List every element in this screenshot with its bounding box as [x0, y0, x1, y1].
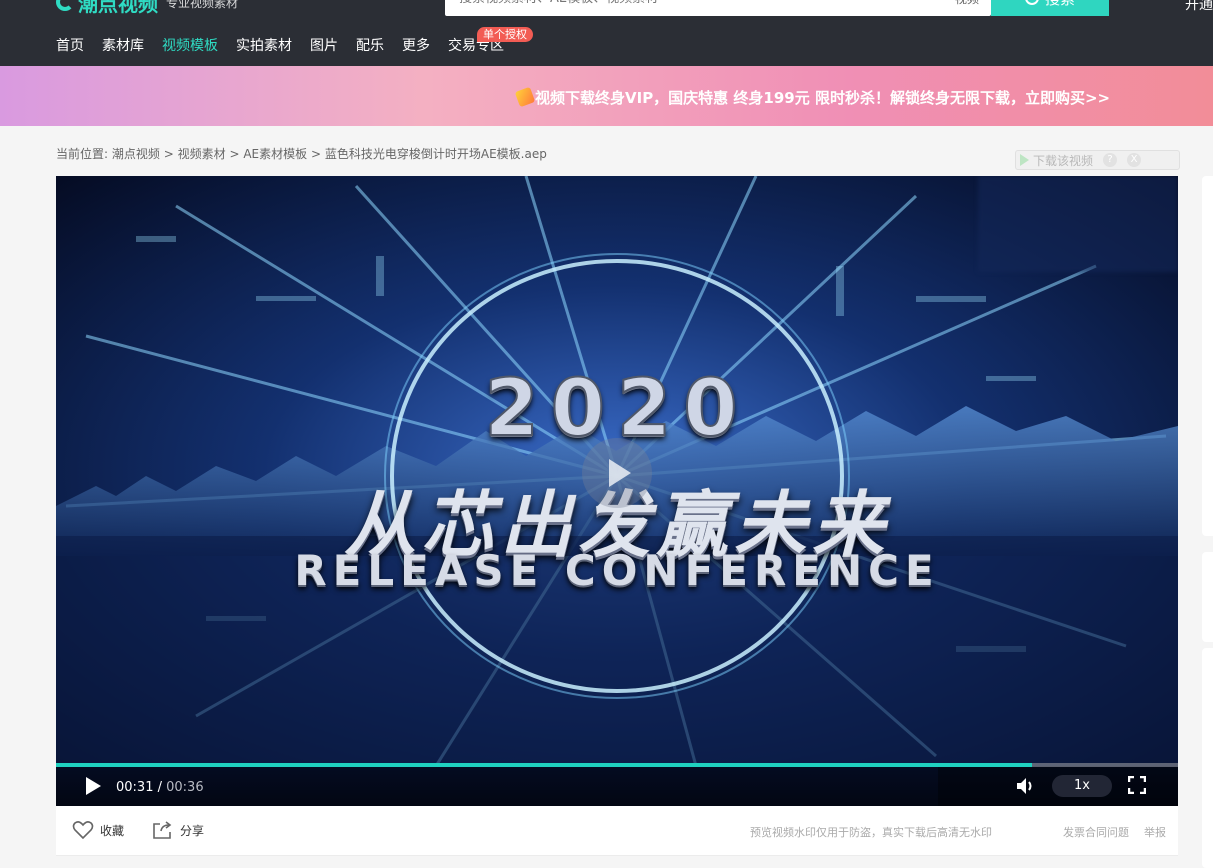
- nav-item-home[interactable]: 首页: [56, 37, 84, 55]
- nav-item-library[interactable]: 素材库: [102, 37, 144, 55]
- playback-speed[interactable]: 1x: [1052, 775, 1112, 797]
- top-header: 潮点视频 专业视频素材 视频 搜索 开通 首页 素材库 视频模板 实拍素材 图片…: [0, 0, 1213, 66]
- help-icon[interactable]: ?: [1103, 153, 1118, 167]
- promo-banner[interactable]: 视频下载终身VIP，国庆特惠 终身199元 限时秒杀！解锁终身无限下载，立即购买…: [0, 66, 1213, 126]
- logo-icon: [56, 0, 74, 11]
- favorite-label: 收藏: [100, 823, 125, 838]
- download-tip-label: 下载该视频: [1033, 153, 1094, 168]
- share-icon: [153, 821, 172, 839]
- search-icon: [1024, 0, 1039, 5]
- search-button-label: 搜索: [1045, 0, 1075, 9]
- heart-icon: [72, 821, 94, 840]
- time-display: 00:31 / 00:36: [116, 780, 204, 795]
- breadcrumb-prefix: 当前位置:: [56, 147, 109, 161]
- breadcrumb-item-video[interactable]: 视频素材: [178, 147, 226, 161]
- nav-item-video-templates[interactable]: 视频模板: [162, 37, 218, 55]
- play-icon: [1020, 154, 1029, 166]
- play-icon: [609, 459, 631, 487]
- share-label: 分享: [180, 823, 205, 838]
- search-button[interactable]: 搜索: [991, 0, 1109, 16]
- side-panel-card: [1202, 176, 1213, 536]
- nav-item-images[interactable]: 图片: [310, 37, 338, 55]
- progress-fill: [56, 763, 1033, 767]
- report-link[interactable]: 举报: [1144, 824, 1166, 840]
- search-type-select[interactable]: 视频: [955, 0, 979, 7]
- breadcrumb-separator: >: [229, 147, 240, 161]
- breadcrumb-item-home[interactable]: 潮点视频: [112, 147, 160, 161]
- play-icon: [86, 777, 101, 795]
- center-play-button[interactable]: [582, 438, 652, 508]
- invoice-link[interactable]: 发票合同问题: [1063, 824, 1129, 840]
- action-bar: 收藏 分享 预览视频水印仅用于防盗，真实下载后高清无水印 发票合同问题 举报: [56, 806, 1178, 856]
- breadcrumb-separator: >: [310, 147, 322, 161]
- total-time: 00:36: [166, 780, 204, 795]
- watermark-notice: 预览视频水印仅用于防盗，真实下载后高清无水印: [750, 826, 992, 839]
- download-tip[interactable]: 下载该视频 ? X: [1015, 150, 1180, 170]
- party-popper-icon: [514, 86, 536, 108]
- watermark-blur: [978, 176, 1178, 272]
- search-box: 视频: [445, 0, 991, 16]
- logo-text: 潮点视频: [78, 0, 158, 16]
- player-controls: 00:31 / 00:36 1x: [56, 763, 1178, 806]
- breadcrumb-separator: >: [163, 147, 174, 161]
- promo-banner-label: 视频下载终身VIP，国庆特惠 终身199元 限时秒杀！解锁终身无限下载，立即购买…: [535, 89, 1111, 107]
- nav-badge: 单个授权: [477, 27, 533, 42]
- current-time: 00:31: [116, 780, 154, 795]
- main-nav: 首页 素材库 视频模板 实拍素材 图片 配乐 更多 交易专区: [56, 37, 504, 55]
- share-button[interactable]: 分享: [152, 820, 204, 840]
- breadcrumb-item-ae[interactable]: AE素材模板: [243, 147, 307, 161]
- close-icon[interactable]: X: [1127, 153, 1142, 167]
- nav-item-music[interactable]: 配乐: [356, 37, 384, 55]
- breadcrumb-item-current: 蓝色科技光电穿梭倒计时开场AE模板.aep: [324, 147, 547, 161]
- logo-subtitle: 专业视频素材: [166, 0, 239, 10]
- favorite-button[interactable]: 收藏: [72, 820, 124, 840]
- side-panel-card: [1202, 648, 1213, 868]
- volume-icon[interactable]: [1016, 777, 1036, 795]
- play-button[interactable]: [86, 777, 102, 797]
- promo-banner-text[interactable]: 视频下载终身VIP，国庆特惠 终身199元 限时秒杀！解锁终身无限下载，立即购买…: [514, 86, 1111, 108]
- nav-item-footage[interactable]: 实拍素材: [236, 37, 292, 55]
- video-player[interactable]: 2020 从芯出发赢未来 RELEASE CONFERENCE 00:31 / …: [56, 176, 1178, 806]
- search-input[interactable]: [459, 0, 929, 16]
- breadcrumb: 当前位置: 潮点视频 > 视频素材 > AE素材模板 > 蓝色科技光电穿梭倒计时…: [56, 145, 547, 162]
- video-overlay-subtitle: RELEASE CONFERENCE: [294, 546, 940, 595]
- fullscreen-icon[interactable]: [1128, 776, 1146, 794]
- site-logo[interactable]: 潮点视频 专业视频素材: [56, 0, 239, 16]
- side-panel-card: [1202, 552, 1213, 642]
- nav-item-more[interactable]: 更多: [402, 37, 430, 55]
- header-right-link[interactable]: 开通: [1185, 0, 1213, 14]
